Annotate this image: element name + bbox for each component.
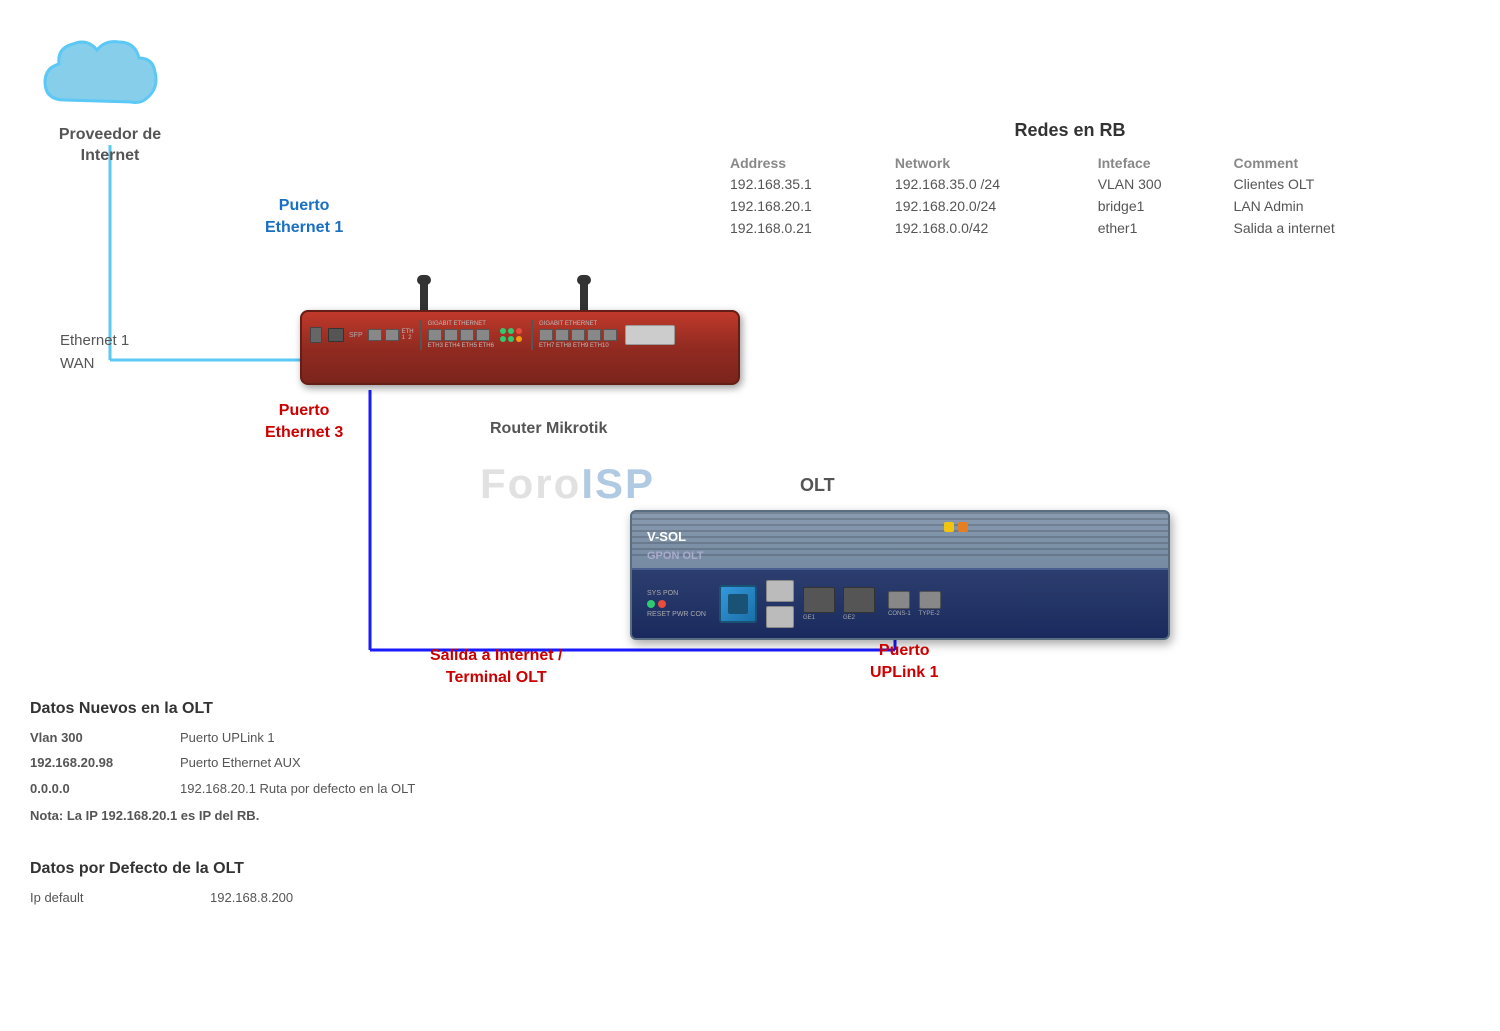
diagram-container: .cloud-path { fill: #87CEEB; stroke: #5b… [0, 0, 1500, 1031]
olt-indicator-1 [944, 522, 954, 532]
router-body: SFP ETH1 2 GIGABIT ETHERNET ETH3 ETH4 ET… [300, 310, 740, 385]
router-gbe2-port-3 [571, 329, 585, 341]
cell-comment: LAN Admin [1224, 195, 1420, 217]
col-header-address: Address [720, 153, 885, 173]
datos-nuevos-nota: Nota: La IP 192.168.20.1 es IP del RB. [30, 804, 530, 827]
cloud-icon: .cloud-path { fill: #87CEEB; stroke: #5b… [35, 30, 185, 130]
olt-type-ports: TYPE-2 [919, 591, 941, 617]
router-gbe-port-2 [444, 329, 458, 341]
olt-uplink-ports [765, 579, 795, 629]
datos-defecto-rows: Ip default192.168.8.200 [30, 886, 530, 909]
table-row: 192.168.35.1192.168.35.0 /24VLAN 300Clie… [720, 173, 1420, 195]
router-label: Router Mikrotik [490, 420, 607, 438]
cell-interface: VLAN 300 [1088, 173, 1224, 195]
salida-internet-label: Salida a Internet / Terminal OLT [430, 645, 562, 690]
router-mikrotik: SFP ETH1 2 GIGABIT ETHERNET ETH3 ETH4 ET… [270, 280, 750, 390]
olt-title-label: OLT [800, 475, 835, 496]
list-item: Vlan 300Puerto UPLink 1 [30, 726, 530, 749]
olt-vents [632, 512, 1168, 567]
router-led-6 [516, 336, 522, 342]
router-led-1 [500, 328, 506, 334]
cell-interface: bridge1 [1088, 195, 1224, 217]
router-led-5 [508, 336, 514, 342]
table-row: 192.168.0.21192.168.0.0/42ether1Salida a… [720, 217, 1420, 239]
cell-network: 192.168.0.0/42 [885, 217, 1088, 239]
olt-label-panel: V-SOL GPON OLT [647, 527, 704, 565]
olt-type-port-1 [919, 591, 941, 609]
olt-indicator-2 [958, 522, 968, 532]
cell-address: 192.168.35.1 [720, 173, 885, 195]
list-item: 0.0.0.0192.168.20.1 Ruta por defecto en … [30, 777, 530, 800]
col-header-interface: Inteface [1088, 153, 1224, 173]
olt-indicators [944, 522, 968, 532]
puerto-uplink-label: Puerto UPLink 1 [870, 640, 938, 685]
router-usb-port [310, 327, 322, 343]
foroISP-watermark: ForoISP [480, 460, 655, 508]
olt-body: V-SOL GPON OLT SYS PON RESET PWR CON [630, 510, 1170, 640]
router-led-2 [508, 328, 514, 334]
router-gbe2-port-2 [555, 329, 569, 341]
router-display [625, 325, 675, 345]
router-gbe-port-3 [460, 329, 474, 341]
datos-defecto-title: Datos por Defecto de la OLT [30, 860, 530, 878]
router-gbe-port-4 [476, 329, 490, 341]
datos-defecto-section: Datos por Defecto de la OLT Ip default19… [30, 860, 530, 909]
cell-comment: Clientes OLT [1224, 173, 1420, 195]
col-header-comment: Comment [1224, 153, 1420, 173]
cell-interface: ether1 [1088, 217, 1224, 239]
datos-nuevos-section: Datos Nuevos en la OLT Vlan 300Puerto UP… [30, 700, 530, 828]
col-header-network: Network [885, 153, 1088, 173]
router-led-3 [516, 328, 522, 334]
puerto-eth3-label: Puerto Ethernet 3 [265, 400, 343, 445]
router-gbe2-port-5 [603, 329, 617, 341]
datos-nuevos-title: Datos Nuevos en la OLT [30, 700, 530, 718]
puerto-eth1-label: Puerto Ethernet 1 [265, 195, 343, 240]
olt-pon-port-1 [719, 585, 757, 623]
cell-network: 192.168.20.0/24 [885, 195, 1088, 217]
olt-sfp-port-1 [803, 587, 835, 613]
router-eth-port-1 [368, 329, 382, 341]
olt-front-panel: SYS PON RESET PWR CON [632, 568, 1168, 638]
cell-comment: Salida a internet [1224, 217, 1420, 239]
olt-sfp-ports: GE1 [803, 587, 835, 621]
olt-rj45-port-2 [766, 606, 794, 628]
router-sfp-port [328, 328, 344, 342]
datos-nuevos-rows: Vlan 300Puerto UPLink 1192.168.20.98Puer… [30, 726, 530, 800]
cell-address: 192.168.20.1 [720, 195, 885, 217]
router-gbe-port-1 [428, 329, 442, 341]
router-led-4 [500, 336, 506, 342]
router-gbe2-port-1 [539, 329, 553, 341]
redes-rb-table: Address Network Inteface Comment 192.168… [720, 153, 1420, 239]
olt-small-port-1 [888, 591, 910, 609]
cell-address: 192.168.0.21 [720, 217, 885, 239]
olt-sfp-port-2 [843, 587, 875, 613]
router-eth-port-2 [385, 329, 399, 341]
eth1-wan-label: Ethernet 1 WAN [60, 330, 129, 375]
cell-network: 192.168.35.0 /24 [885, 173, 1088, 195]
list-item: 192.168.20.98Puerto Ethernet AUX [30, 751, 530, 774]
olt-sfp2-ports: GE2 [843, 587, 875, 621]
cloud-isp: .cloud-path { fill: #87CEEB; stroke: #5b… [30, 30, 190, 167]
list-item: Ip default192.168.8.200 [30, 886, 530, 909]
olt-small-ports: CONS-1 [888, 591, 911, 617]
redes-rb-section: Redes en RB Address Network Inteface Com… [720, 120, 1420, 239]
olt-rj45-port-1 [766, 580, 794, 602]
router-gbe2-port-4 [587, 329, 601, 341]
table-row: 192.168.20.1192.168.20.0/24bridge1LAN Ad… [720, 195, 1420, 217]
redes-rb-title: Redes en RB [720, 120, 1420, 141]
cloud-label: Proveedor de Internet [30, 125, 190, 167]
olt-left-controls: SYS PON RESET PWR CON [647, 590, 706, 618]
